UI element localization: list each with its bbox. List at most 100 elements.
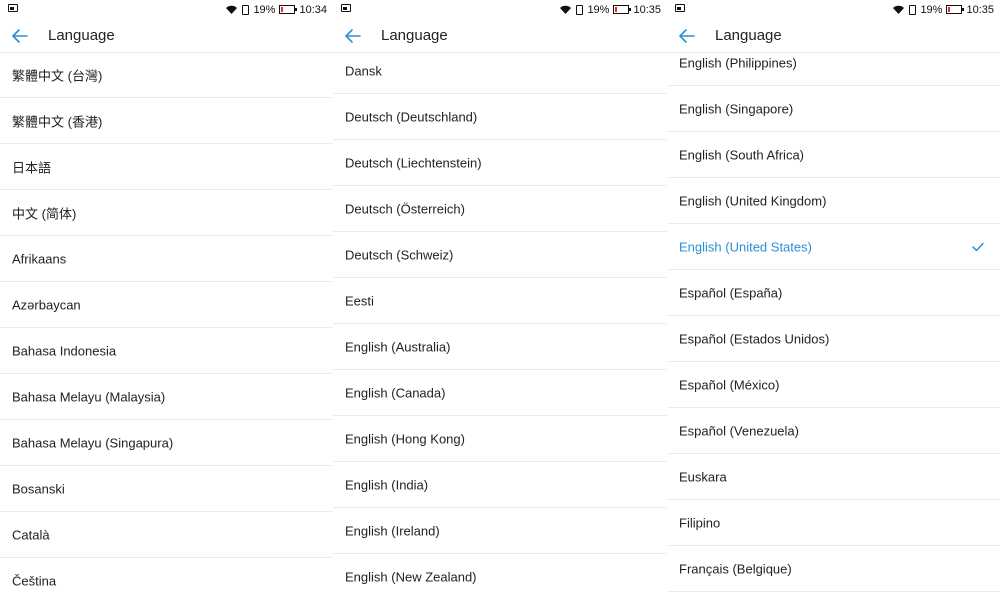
- language-label: 中文 (简体): [12, 206, 77, 221]
- clock: 10:35: [633, 3, 661, 16]
- battery-level: [948, 7, 951, 12]
- language-label: Bahasa Indonesia: [12, 343, 117, 358]
- language-label: Bahasa Melayu (Singapura): [12, 435, 174, 450]
- language-item[interactable]: 繁體中文 (香港): [0, 98, 333, 144]
- sim-icon: [242, 4, 250, 15]
- status-bar: 19% 10:34: [0, 0, 333, 20]
- status-icons: 19% 10:35: [559, 3, 661, 16]
- language-label: English (United Kingdom): [679, 193, 827, 208]
- battery-percent: 19%: [920, 3, 943, 16]
- language-item[interactable]: 日本語: [0, 144, 333, 190]
- language-item[interactable]: Deutsch (Deutschland): [333, 94, 667, 140]
- language-label: 繁體中文 (台灣): [12, 68, 103, 83]
- arrow-left-icon[interactable]: [343, 26, 363, 46]
- status-bar: 19% 10:35: [667, 0, 1000, 20]
- language-list: Dansk Deutsch (Deutschland) Deutsch (Lie…: [333, 48, 667, 593]
- page-title: Language: [48, 27, 115, 44]
- wifi-icon: [893, 5, 905, 14]
- sim-icon: [909, 4, 917, 15]
- language-item[interactable]: Eesti: [333, 278, 667, 324]
- battery-level: [615, 7, 618, 12]
- language-label: Español (México): [679, 377, 780, 392]
- language-item[interactable]: Euskara: [667, 454, 1000, 500]
- app-bar: Language: [0, 20, 333, 53]
- language-item[interactable]: Deutsch (Liechtenstein): [333, 140, 667, 186]
- language-label: English (Singapore): [679, 101, 794, 116]
- language-label: English (New Zealand): [345, 569, 477, 584]
- language-screen-1: 19% 10:34 Language 繁體中文 (台灣) 繁體中文 (香港) 日…: [0, 0, 333, 593]
- language-item[interactable]: English (South Africa): [667, 132, 1000, 178]
- language-label: English (South Africa): [679, 147, 805, 162]
- language-label: 日本語: [12, 160, 52, 175]
- language-item[interactable]: Bosanski: [0, 466, 333, 512]
- language-item[interactable]: Afrikaans: [0, 236, 333, 282]
- language-item[interactable]: English (Hong Kong): [333, 416, 667, 462]
- language-label: Deutsch (Österreich): [345, 201, 465, 216]
- wifi-icon: [226, 5, 238, 14]
- language-item[interactable]: English (Ireland): [333, 508, 667, 554]
- arrow-left-icon[interactable]: [10, 26, 30, 46]
- language-item[interactable]: English (United Kingdom): [667, 178, 1000, 224]
- language-item[interactable]: Dansk: [333, 48, 667, 94]
- language-item[interactable]: English (New Zealand): [333, 554, 667, 593]
- clock: 10:34: [299, 3, 327, 16]
- language-item[interactable]: Español (Venezuela): [667, 408, 1000, 454]
- language-label: English (United States): [679, 239, 812, 254]
- app-bar: Language: [667, 20, 1000, 53]
- language-item[interactable]: English (Australia): [333, 324, 667, 370]
- language-label: Azərbaycan: [12, 297, 81, 312]
- phone-screenshots-composite: 19% 10:34 Language 繁體中文 (台灣) 繁體中文 (香港) 日…: [0, 0, 1000, 593]
- language-item[interactable]: Azərbaycan: [0, 282, 333, 328]
- language-label: Bahasa Melayu (Malaysia): [12, 389, 166, 404]
- language-item[interactable]: 中文 (简体): [0, 190, 333, 236]
- language-label: 繁體中文 (香港): [12, 114, 103, 129]
- image-notification-icon: [675, 4, 685, 12]
- language-item[interactable]: Deutsch (Schweiz): [333, 232, 667, 278]
- language-label: English (Philippines): [679, 55, 797, 70]
- battery-percent: 19%: [587, 3, 610, 16]
- language-label: Afrikaans: [12, 251, 67, 266]
- language-label: Français (Belgique): [679, 561, 792, 576]
- arrow-left-icon[interactable]: [677, 26, 697, 46]
- language-label: Dansk: [345, 63, 382, 78]
- language-item[interactable]: English (Singapore): [667, 86, 1000, 132]
- language-item[interactable]: Català: [0, 512, 333, 558]
- language-item[interactable]: Bahasa Indonesia: [0, 328, 333, 374]
- language-label: Eesti: [345, 293, 374, 308]
- language-label: English (Australia): [345, 339, 451, 354]
- language-item[interactable]: Bahasa Melayu (Malaysia): [0, 374, 333, 420]
- language-label: English (Ireland): [345, 523, 440, 538]
- language-item[interactable]: Bahasa Melayu (Singapura): [0, 420, 333, 466]
- language-item[interactable]: Deutsch (Österreich): [333, 186, 667, 232]
- language-item[interactable]: 繁體中文 (台灣): [0, 52, 333, 98]
- language-item-selected[interactable]: English (United States): [667, 224, 1000, 270]
- language-item[interactable]: Español (España): [667, 270, 1000, 316]
- language-item[interactable]: Français (Belgique): [667, 546, 1000, 592]
- checkmark-icon: [972, 242, 984, 251]
- language-label: Español (Venezuela): [679, 423, 799, 438]
- sim-icon: [576, 4, 584, 15]
- language-label: Euskara: [679, 469, 727, 484]
- battery-level: [281, 7, 284, 12]
- language-label: Bosanski: [12, 481, 65, 496]
- language-item[interactable]: Čeština: [0, 558, 333, 593]
- battery-icon: [279, 5, 298, 14]
- language-item[interactable]: English (India): [333, 462, 667, 508]
- language-label: Čeština: [12, 573, 57, 588]
- language-item[interactable]: Filipino: [667, 500, 1000, 546]
- language-label: English (India): [345, 477, 429, 492]
- language-label: Català: [12, 527, 50, 542]
- language-label: English (Hong Kong): [345, 431, 465, 446]
- image-notification-icon: [8, 4, 18, 12]
- language-label: Español (Estados Unidos): [679, 331, 830, 346]
- language-item[interactable]: Español (Estados Unidos): [667, 316, 1000, 362]
- language-item[interactable]: English (Canada): [333, 370, 667, 416]
- language-list: 繁體中文 (台灣) 繁體中文 (香港) 日本語 中文 (简体) Afrikaan…: [0, 52, 333, 593]
- status-icons: 19% 10:34: [225, 3, 327, 16]
- language-screen-2: 19% 10:35 Language Dansk Deutsch (Deutsc…: [333, 0, 667, 593]
- page-title: Language: [715, 27, 782, 44]
- clock: 10:35: [966, 3, 994, 16]
- language-item[interactable]: Español (México): [667, 362, 1000, 408]
- wifi-icon: [560, 5, 572, 14]
- page-title: Language: [381, 27, 448, 44]
